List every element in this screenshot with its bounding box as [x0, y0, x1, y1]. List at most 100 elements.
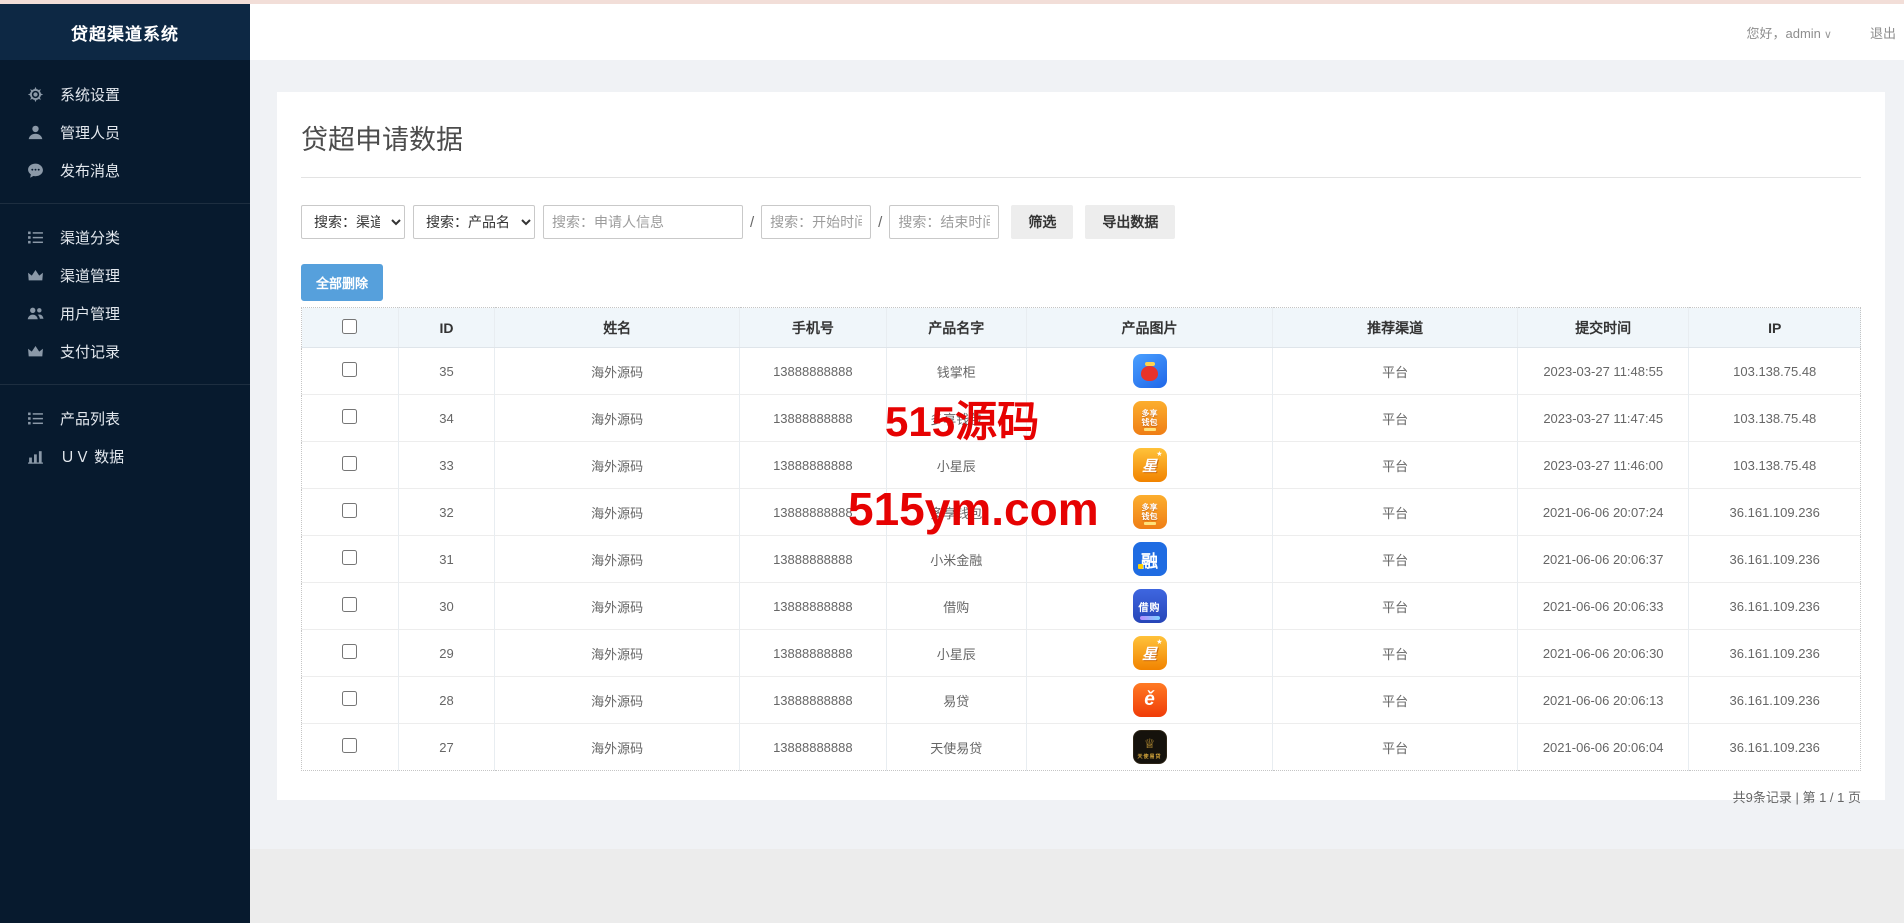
product-icon: ě	[1133, 683, 1167, 717]
cell-product-image: ♕天使易贷	[1026, 724, 1272, 771]
cell-referral-channel: 平台	[1273, 583, 1518, 630]
sidebar-item-label: ＵＶ 数据	[60, 446, 124, 467]
row-checkbox[interactable]	[342, 550, 357, 565]
list-icon	[27, 410, 44, 427]
export-data-button[interactable]: 导出数据	[1085, 205, 1175, 239]
cell-product-image: ě	[1026, 677, 1272, 724]
user-dropdown[interactable]: 您好，admin∨	[1747, 23, 1832, 42]
row-checkbox[interactable]	[342, 644, 357, 659]
sidebar-item-uv-data[interactable]: ＵＶ 数据	[0, 437, 250, 475]
cell-ip: 36.161.109.236	[1689, 724, 1861, 771]
cell-referral-channel: 平台	[1273, 395, 1518, 442]
product-icon: 星	[1133, 636, 1167, 670]
sidebar-item-publish-message[interactable]: 发布消息	[0, 151, 250, 189]
header-id: ID	[398, 308, 495, 348]
slash-separator: /	[750, 214, 754, 231]
cell-id: 31	[398, 536, 495, 583]
row-checkbox[interactable]	[342, 409, 357, 424]
sidebar-item-system-settings[interactable]: 系统设置	[0, 75, 250, 113]
filter-button[interactable]: 筛选	[1011, 205, 1073, 239]
end-time-input[interactable]	[889, 205, 999, 239]
cell-product-name: 小星辰	[886, 442, 1026, 489]
cell-name: 海外源码	[495, 395, 740, 442]
row-checkbox[interactable]	[342, 456, 357, 471]
sidebar-item-label: 系统设置	[60, 84, 120, 105]
table-row: 30 海外源码 13888888888 借购 借购 平台 2021-06-06 …	[302, 583, 1861, 630]
cell-ip: 36.161.109.236	[1689, 583, 1861, 630]
cell-referral-channel: 平台	[1273, 724, 1518, 771]
sidebar-item-channel-management[interactable]: 渠道管理	[0, 256, 250, 294]
logout-link[interactable]: 退出	[1870, 23, 1896, 42]
cell-id: 28	[398, 677, 495, 724]
cell-product-name: 易贷	[886, 677, 1026, 724]
row-checkbox[interactable]	[342, 362, 357, 377]
header-checkbox-cell	[302, 308, 399, 348]
product-filter-select[interactable]: 搜索：产品名称	[413, 205, 535, 239]
sidebar-divider	[0, 384, 250, 385]
cell-product-image	[1026, 348, 1272, 395]
cell-referral-channel: 平台	[1273, 630, 1518, 677]
table-body: 35 海外源码 13888888888 钱掌柜 平台 2023-03-27 11…	[302, 348, 1861, 771]
cell-checkbox	[302, 630, 399, 677]
channel-filter-select[interactable]: 搜索：渠道商	[301, 205, 405, 239]
page-title: 贷超申请数据	[301, 118, 1861, 157]
chevron-down-icon: ∨	[1824, 29, 1832, 41]
cell-checkbox	[302, 583, 399, 630]
cell-product-name: 多享钱包	[886, 395, 1026, 442]
cell-id: 35	[398, 348, 495, 395]
cell-submit-time: 2021-06-06 20:07:24	[1517, 489, 1688, 536]
cell-ip: 103.138.75.48	[1689, 348, 1861, 395]
cell-checkbox	[302, 489, 399, 536]
table-row: 35 海外源码 13888888888 钱掌柜 平台 2023-03-27 11…	[302, 348, 1861, 395]
start-time-input[interactable]	[761, 205, 871, 239]
cell-submit-time: 2023-03-27 11:48:55	[1517, 348, 1688, 395]
sidebar-item-payment-records[interactable]: 支付记录	[0, 332, 250, 370]
cell-submit-time: 2021-06-06 20:06:30	[1517, 630, 1688, 677]
sidebar-item-label: 支付记录	[60, 341, 120, 362]
cell-phone: 13888888888	[740, 536, 887, 583]
row-checkbox[interactable]	[342, 597, 357, 612]
sidebar-item-label: 发布消息	[60, 160, 120, 181]
row-checkbox[interactable]	[342, 738, 357, 753]
cell-product-name: 天使易贷	[886, 724, 1026, 771]
table-row: 31 海外源码 13888888888 小米金融 融 平台 2021-06-06…	[302, 536, 1861, 583]
header-product-name: 产品名字	[886, 308, 1026, 348]
topbar: 您好，admin∨ 退出	[250, 4, 1904, 60]
delete-all-button[interactable]: 全部删除	[301, 264, 383, 301]
table-row: 29 海外源码 13888888888 小星辰 星 平台 2021-06-06 …	[302, 630, 1861, 677]
cell-product-image: 多享钱包	[1026, 489, 1272, 536]
bar-chart-icon	[27, 448, 44, 465]
cell-submit-time: 2021-06-06 20:06:33	[1517, 583, 1688, 630]
app-window: 贷超渠道系统 系统设置 管理人员 发布消息	[0, 0, 1904, 923]
cell-id: 27	[398, 724, 495, 771]
cell-product-name: 钱掌柜	[886, 348, 1026, 395]
cell-id: 30	[398, 583, 495, 630]
cell-referral-channel: 平台	[1273, 348, 1518, 395]
product-icon: 多享钱包	[1133, 401, 1167, 435]
cell-checkbox	[302, 724, 399, 771]
header-product-image: 产品图片	[1026, 308, 1272, 348]
header-phone: 手机号	[740, 308, 887, 348]
header-referral-channel: 推荐渠道	[1273, 308, 1518, 348]
sidebar-item-label: 管理人员	[60, 122, 120, 143]
select-all-checkbox[interactable]	[342, 319, 357, 334]
cell-id: 33	[398, 442, 495, 489]
row-checkbox[interactable]	[342, 503, 357, 518]
sidebar-item-product-list[interactable]: 产品列表	[0, 399, 250, 437]
greeting-text: 您好，admin	[1747, 26, 1821, 41]
table-header-row: ID 姓名 手机号 产品名字 产品图片 推荐渠道 提交时间 IP	[302, 308, 1861, 348]
cell-name: 海外源码	[495, 442, 740, 489]
sidebar-item-admins[interactable]: 管理人员	[0, 113, 250, 151]
header-ip: IP	[1689, 308, 1861, 348]
sidebar-item-label: 产品列表	[60, 408, 120, 429]
sidebar-item-user-management[interactable]: 用户管理	[0, 294, 250, 332]
header-submit-time: 提交时间	[1517, 308, 1688, 348]
cell-submit-time: 2023-03-27 11:46:00	[1517, 442, 1688, 489]
sidebar-item-channel-category[interactable]: 渠道分类	[0, 218, 250, 256]
applicant-search-input[interactable]	[543, 205, 743, 239]
filter-bar: 搜索：渠道商 搜索：产品名称 / / 筛选 导出数据	[301, 204, 1861, 240]
cell-product-name: 多享钱包	[886, 489, 1026, 536]
applications-table: ID 姓名 手机号 产品名字 产品图片 推荐渠道 提交时间 IP 35 海外源码…	[301, 307, 1861, 771]
sidebar: 贷超渠道系统 系统设置 管理人员 发布消息	[0, 4, 250, 923]
row-checkbox[interactable]	[342, 691, 357, 706]
